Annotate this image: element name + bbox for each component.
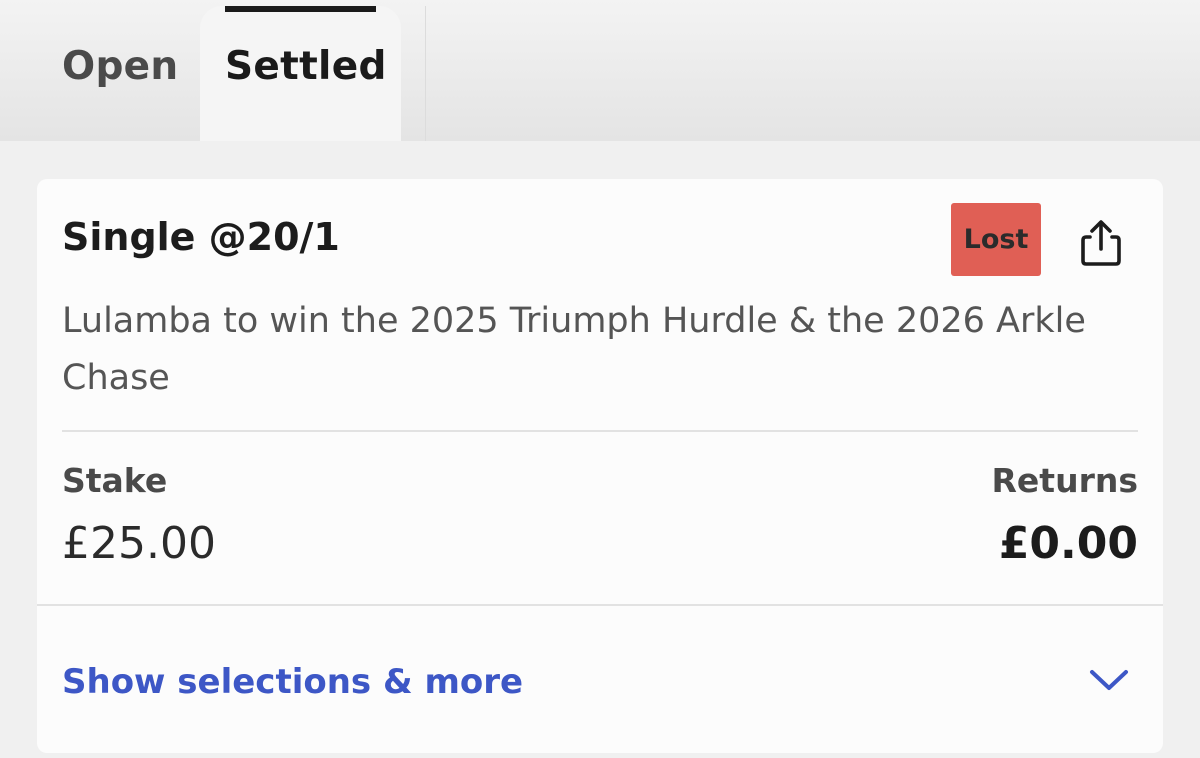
tab-open-label: Open [62, 44, 179, 89]
bet-type-title: Single @20/1 [62, 215, 340, 259]
tab-divider [425, 6, 426, 141]
bet-card: Single @20/1 Lost Lulamba to win the 202… [37, 179, 1163, 753]
returns-label: Returns [991, 461, 1138, 500]
divider [62, 430, 1138, 432]
stake-label: Stake [62, 461, 168, 500]
tab-settled-label: Settled [225, 44, 387, 89]
returns-value: £0.00 [998, 518, 1138, 569]
active-tab-indicator [225, 6, 376, 12]
stake-value: £25.00 [62, 518, 216, 569]
tab-open[interactable]: Open [40, 0, 198, 141]
status-badge: Lost [951, 203, 1041, 276]
share-button[interactable] [1072, 214, 1130, 272]
show-selections-toggle[interactable]: Show selections & more [37, 606, 1163, 753]
bet-description: Lulamba to win the 2025 Triumph Hurdle &… [62, 301, 1086, 398]
bet-tabs: Open Settled [0, 0, 1200, 142]
show-selections-label: Show selections & more [62, 662, 524, 702]
tab-settled[interactable]: Settled [200, 6, 401, 142]
share-icon [1081, 220, 1121, 266]
chevron-down-icon [1090, 670, 1128, 690]
